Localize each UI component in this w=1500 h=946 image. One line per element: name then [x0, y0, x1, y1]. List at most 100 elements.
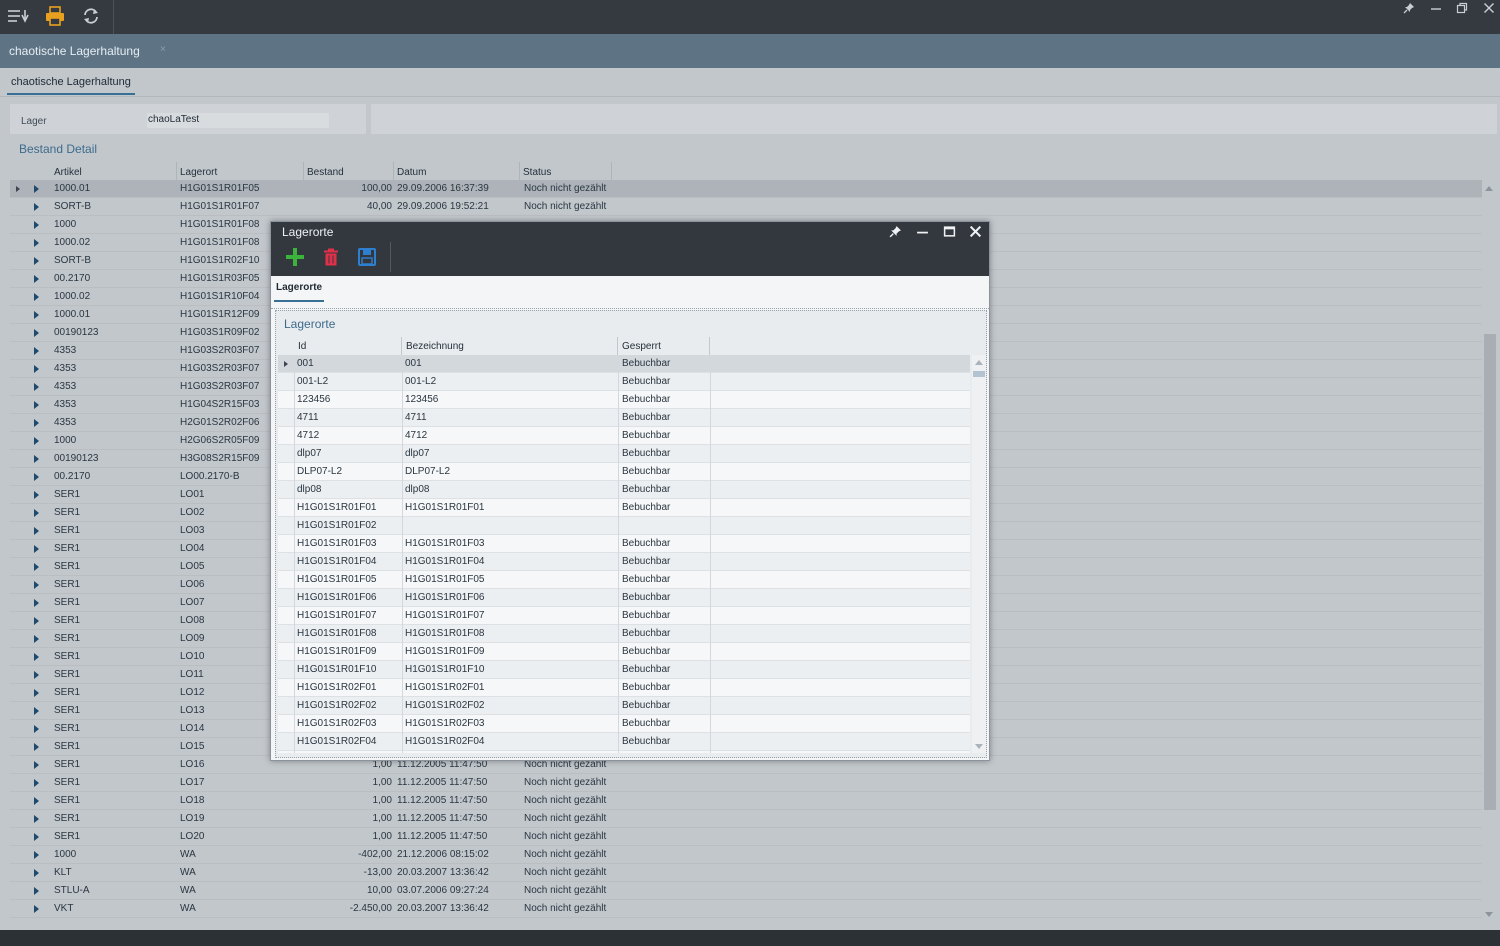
expand-row-icon[interactable] [34, 869, 39, 877]
table-row[interactable]: H1G01S1R02F03 H1G01S1R02F03 Bebuchbar [278, 715, 970, 733]
table-row[interactable]: 1000.01 H1G01S1R01F05 100,00 29.09.2006 16:… [10, 180, 1482, 198]
scrollbar-thumb[interactable] [1484, 334, 1496, 810]
table-row[interactable]: H1G01S1R01F07 H1G01S1R01F07 Bebuchbar [278, 607, 970, 625]
expand-row-icon[interactable] [34, 383, 39, 391]
expand-row-icon[interactable] [34, 365, 39, 373]
minimize-icon[interactable] [911, 223, 933, 243]
table-row[interactable]: H1G01S1R02F04 H1G01S1R02F04 Bebuchbar [278, 733, 970, 751]
table-row[interactable]: dlp08 dlp08 Bebuchbar [278, 481, 970, 499]
expand-row-icon[interactable] [34, 437, 39, 445]
expand-row-icon[interactable] [34, 185, 39, 193]
expand-row-icon[interactable] [34, 473, 39, 481]
expand-row-icon[interactable] [34, 545, 39, 553]
table-row[interactable] [278, 751, 970, 753]
column-header-bestand[interactable]: Bestand [304, 162, 394, 180]
expand-row-icon[interactable] [34, 239, 39, 247]
table-row[interactable]: 001-L2 001-L2 Bebuchbar [278, 373, 970, 391]
table-row[interactable]: 4711 4711 Bebuchbar [278, 409, 970, 427]
tab-close-icon[interactable]: × [160, 44, 166, 55]
column-header-status[interactable]: Status [520, 162, 612, 180]
expand-row-icon[interactable] [34, 725, 39, 733]
expand-row-icon[interactable] [34, 311, 39, 319]
expand-row-icon[interactable] [34, 815, 39, 823]
column-header-gesperrt[interactable]: Gesperrt [618, 337, 710, 355]
table-row[interactable]: H1G01S1R01F05 H1G01S1R01F05 Bebuchbar [278, 571, 970, 589]
expand-row-icon[interactable] [34, 797, 39, 805]
expand-row-icon[interactable] [34, 851, 39, 859]
table-row[interactable]: SORT-B H1G01S1R01F07 40,00 29.09.2006 19:52… [10, 198, 1482, 216]
vertical-scrollbar[interactable] [1482, 180, 1498, 922]
scroll-down-icon[interactable] [1485, 912, 1493, 917]
scroll-down-icon[interactable] [975, 744, 983, 749]
expand-row-icon[interactable] [34, 563, 39, 571]
add-icon[interactable] [284, 246, 306, 268]
table-row[interactable]: H1G01S1R02F02 H1G01S1R02F02 Bebuchbar [278, 697, 970, 715]
pin-icon[interactable] [884, 223, 906, 243]
column-header-bezeichnung[interactable]: Bezeichnung [402, 337, 618, 355]
lager-field[interactable]: chaoLaTest [147, 113, 329, 128]
table-row[interactable]: H1G01S1R01F03 H1G01S1R01F03 Bebuchbar [278, 535, 970, 553]
table-row[interactable]: SER1 LO20 1,00 11.12.2005 11:47:50 Noch nich… [10, 828, 1482, 846]
expand-row-icon[interactable] [34, 671, 39, 679]
table-row[interactable]: VKT WA -2.450,00 20.03.2007 13:36:42 Noch ni… [10, 900, 1482, 918]
table-row[interactable]: SER1 LO19 1,00 11.12.2005 11:47:50 Noch nich… [10, 810, 1482, 828]
table-row[interactable]: DLP07-L2 DLP07-L2 Bebuchbar [278, 463, 970, 481]
expand-row-icon[interactable] [34, 887, 39, 895]
expand-row-icon[interactable] [34, 653, 39, 661]
expand-row-icon[interactable] [34, 833, 39, 841]
table-row[interactable]: SER1 LO18 1,00 11.12.2005 11:47:50 Noch nich… [10, 792, 1482, 810]
document-tab[interactable]: chaotische Lagerhaltung [0, 34, 149, 68]
expand-row-icon[interactable] [34, 689, 39, 697]
table-row[interactable]: 001 001 Bebuchbar [278, 355, 970, 373]
expand-row-icon[interactable] [34, 419, 39, 427]
expand-row-icon[interactable] [34, 509, 39, 517]
refresh-icon[interactable] [79, 5, 103, 27]
expand-row-icon[interactable] [34, 491, 39, 499]
expand-row-icon[interactable] [34, 617, 39, 625]
table-row[interactable]: dlp07 dlp07 Bebuchbar [278, 445, 970, 463]
expand-row-icon[interactable] [34, 401, 39, 409]
scroll-up-icon[interactable] [1485, 186, 1493, 191]
close-icon[interactable] [1478, 1, 1500, 19]
tab-chaotische-lagerhaltung[interactable]: chaotische Lagerhaltung [7, 73, 135, 95]
table-row[interactable]: H1G01S1R02F01 H1G01S1R02F01 Bebuchbar [278, 679, 970, 697]
expand-row-icon[interactable] [34, 275, 39, 283]
printer-icon[interactable] [43, 5, 67, 27]
expand-row-icon[interactable] [34, 581, 39, 589]
table-row[interactable]: 123456 123456 Bebuchbar [278, 391, 970, 409]
table-row[interactable]: H1G01S1R01F02 [278, 517, 970, 535]
table-row[interactable]: H1G01S1R01F01 H1G01S1R01F01 Bebuchbar [278, 499, 970, 517]
expand-row-icon[interactable] [34, 293, 39, 301]
column-header-id[interactable]: Id [294, 337, 402, 355]
table-row[interactable]: 1000 WA -402,00 21.12.2006 08:15:02 Noch nic… [10, 846, 1482, 864]
grid-export-icon[interactable] [6, 5, 30, 27]
maximize-icon[interactable] [938, 223, 960, 243]
table-row[interactable]: H1G01S1R01F06 H1G01S1R01F06 Bebuchbar [278, 589, 970, 607]
pin-icon[interactable] [1398, 1, 1420, 19]
column-header-artikel[interactable]: Artikel [51, 162, 177, 180]
expand-row-icon[interactable] [34, 779, 39, 787]
table-row[interactable]: H1G01S1R01F04 H1G01S1R01F04 Bebuchbar [278, 553, 970, 571]
delete-icon[interactable] [320, 246, 342, 268]
dialog-titlebar[interactable]: Lagerorte [271, 222, 989, 276]
column-header-lagerort[interactable]: Lagerort [177, 162, 304, 180]
column-header-datum[interactable]: Datum [394, 162, 520, 180]
tab-lagerorte[interactable]: Lagerorte [274, 280, 325, 302]
expand-row-icon[interactable] [34, 743, 39, 751]
expand-row-icon[interactable] [34, 527, 39, 535]
minimize-icon[interactable] [1425, 1, 1447, 19]
close-icon[interactable] [964, 223, 986, 243]
expand-row-icon[interactable] [34, 905, 39, 913]
expand-row-icon[interactable] [34, 347, 39, 355]
restore-icon[interactable] [1451, 1, 1473, 19]
table-row[interactable]: H1G01S1R01F09 H1G01S1R01F09 Bebuchbar [278, 643, 970, 661]
expand-row-icon[interactable] [34, 329, 39, 337]
scrollbar-thumb[interactable] [973, 371, 985, 377]
table-row[interactable]: STLU-A WA 10,00 03.07.2006 09:27:24 Noch nic… [10, 882, 1482, 900]
save-icon[interactable] [356, 246, 378, 268]
expand-row-icon[interactable] [34, 761, 39, 769]
table-row[interactable]: KLT WA -13,00 20.03.2007 13:36:42 Noch nicht… [10, 864, 1482, 882]
expand-row-icon[interactable] [34, 599, 39, 607]
expand-row-icon[interactable] [34, 203, 39, 211]
expand-row-icon[interactable] [34, 221, 39, 229]
